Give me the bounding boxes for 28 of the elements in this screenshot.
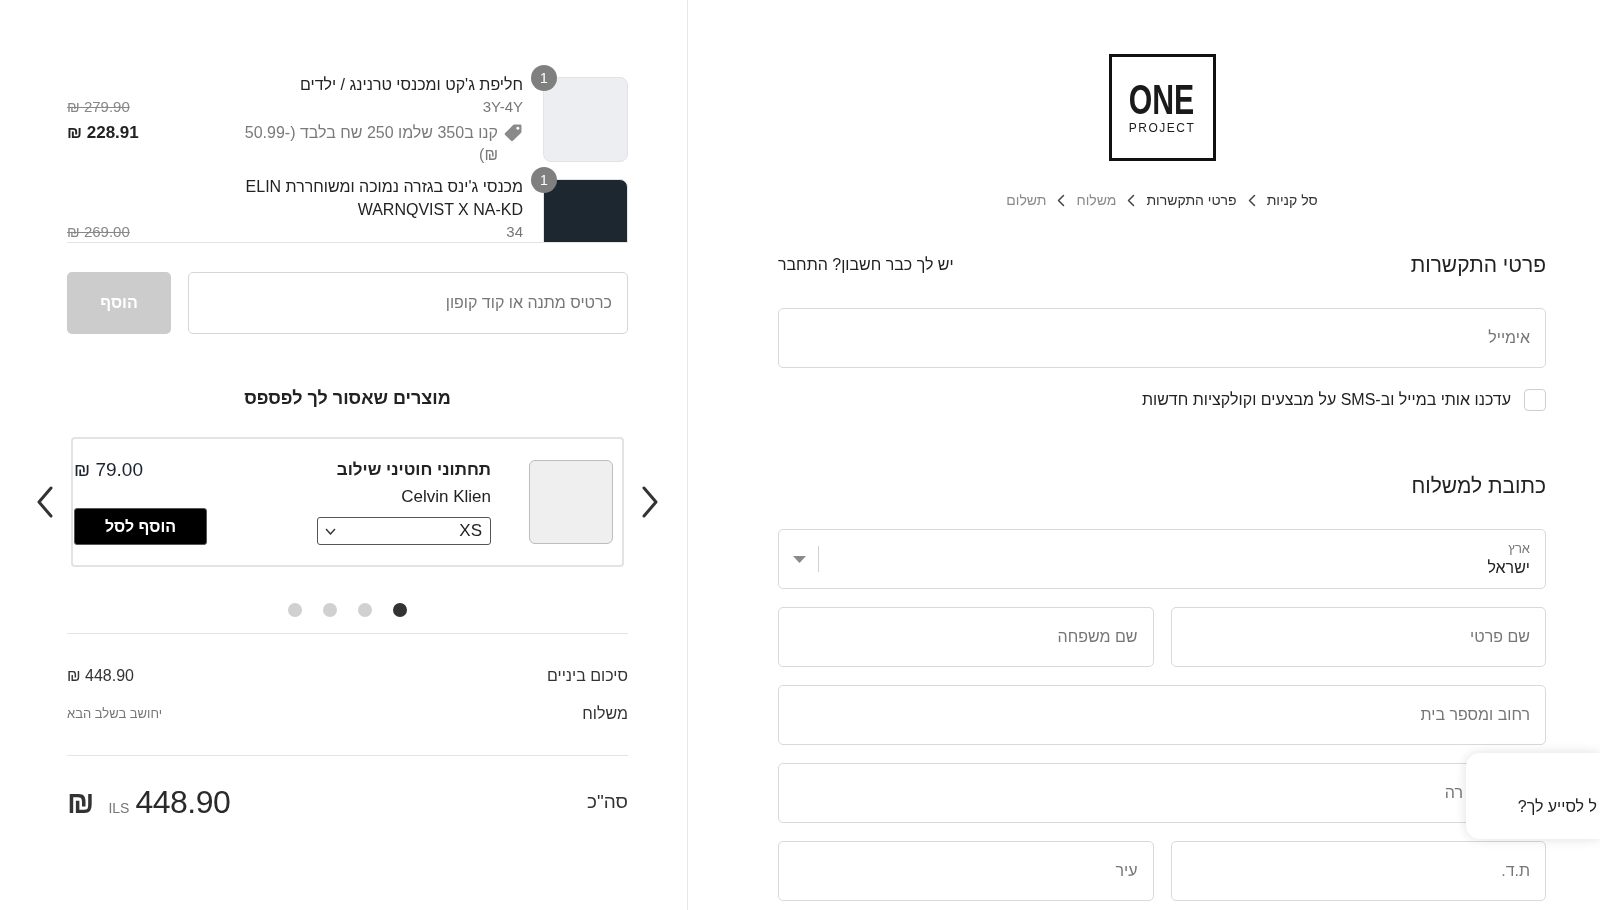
summary-amount: ₪ 448.90 <box>67 666 134 686</box>
section-heading: מוצרים שאסור לך לפספס <box>244 387 451 410</box>
summary-note: יחושב בשלב הבא <box>67 705 163 723</box>
discount-text: קנו ב350 שלמו 250 שח בלבד (-50.99 ₪) <box>243 123 498 165</box>
product-name: תחתוני חוטיני שילוב <box>336 459 491 481</box>
section-heading: פרטי התקשרות <box>1410 252 1546 278</box>
original-price: ₪ 269.00 <box>67 222 130 242</box>
item-variant: 3Y-4Y <box>482 97 523 117</box>
logo-tagline: PROJECT <box>1128 120 1196 135</box>
quantity-badge: 1 <box>531 65 557 91</box>
total-label: סה"כ <box>586 790 628 815</box>
product-brand: Celvin Klien <box>401 486 491 508</box>
logo-wordmark: ONE <box>1129 80 1195 119</box>
section-heading: כתובת למשלוח <box>1411 473 1546 499</box>
newsletter-label: עדכנו אותי במייל וב-SMS על מבצעים וקולקציות חדשות <box>1141 390 1511 410</box>
item-variant: 34 <box>506 222 523 242</box>
summary-label: סיכום ביניים <box>547 666 628 686</box>
item-title: מכנסי ג'ינס בגזרה נמוכה ומשוחררת ELIN WARNQVIST X NA-KD <box>244 177 523 220</box>
item-title: חליפת ג'קט ומכנסי טרנינג / ילדים <box>300 75 523 95</box>
item-price: ₪ 228.91 <box>67 122 139 144</box>
currency-code: ILS <box>108 799 130 818</box>
quantity-badge: 1 <box>531 167 557 193</box>
total-amount: 448.90 <box>135 784 231 820</box>
login-prompt: יש לך כבר חשבון? התחבר <box>778 255 954 275</box>
summary-label: משלוח <box>582 704 628 724</box>
product-price: ₪ 79.00 <box>74 459 143 481</box>
currency-symbol: ₪ <box>67 785 95 821</box>
original-price: ₪ 279.90 <box>67 97 130 117</box>
